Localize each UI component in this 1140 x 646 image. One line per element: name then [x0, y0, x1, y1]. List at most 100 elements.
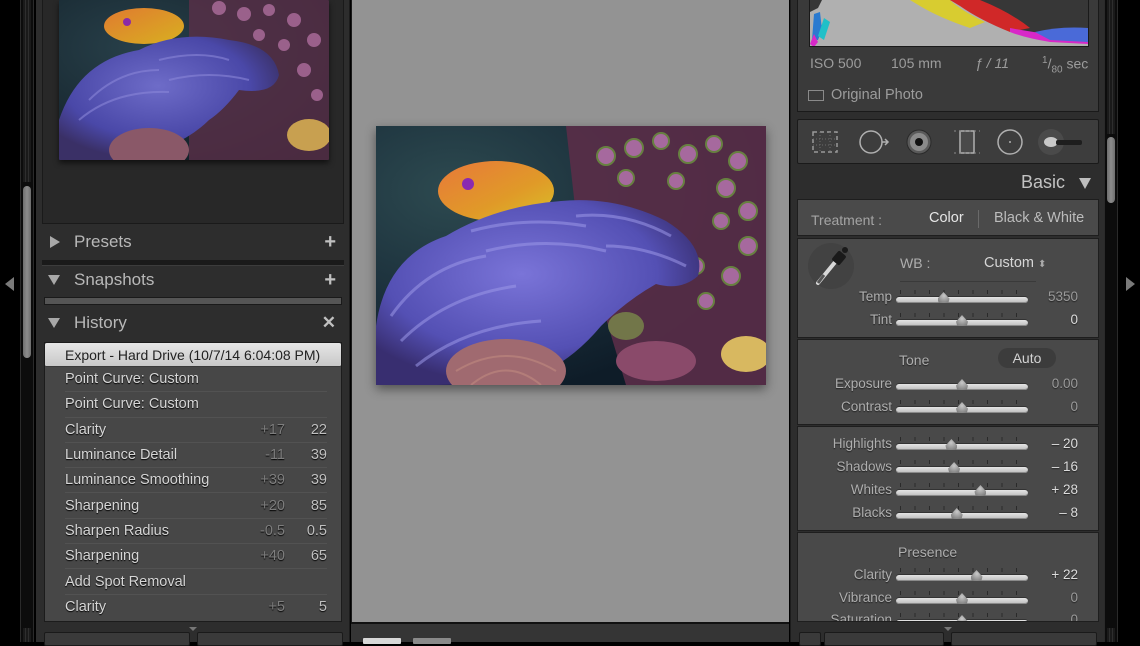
- right-panel-toggle-icon[interactable]: [1126, 277, 1135, 291]
- history-item[interactable]: Export - Hard Drive (10/7/14 6:04:08 PM): [45, 343, 341, 367]
- presence-label: Presence: [898, 544, 958, 560]
- add-preset-icon[interactable]: +: [324, 232, 336, 252]
- treatment-row: Treatment : Color Black & White: [797, 199, 1099, 236]
- history-item-value: 0.5: [306, 522, 327, 539]
- divider: [900, 281, 1036, 282]
- auto-tone-button[interactable]: Auto: [998, 348, 1056, 368]
- shadows-label: Shadows: [836, 459, 892, 474]
- history-item-label: Point Curve: Custom: [65, 396, 199, 413]
- history-item-value: 39: [310, 472, 327, 489]
- exposure-slider[interactable]: [896, 377, 1028, 391]
- exposure-label: Exposure: [834, 376, 892, 391]
- history-item[interactable]: Add Spot Removal: [65, 569, 327, 595]
- blacks-slider[interactable]: [896, 506, 1028, 520]
- right-scrollbar[interactable]: [1104, 0, 1118, 642]
- saturation-label: Saturation: [830, 612, 892, 622]
- clear-history-icon[interactable]: ✕: [322, 313, 336, 333]
- tone-section: Tone Auto Exposure 0.00 Contrast 0: [797, 339, 1099, 425]
- collapse-triangle-icon[interactable]: [1079, 178, 1091, 189]
- previous-button[interactable]: [824, 632, 944, 646]
- history-item-label: Sharpening: [65, 497, 140, 514]
- highlights-slider[interactable]: [896, 437, 1028, 451]
- contrast-slider[interactable]: [896, 400, 1028, 414]
- before-after-button[interactable]: [413, 638, 451, 644]
- history-item[interactable]: Point Curve: Custom: [65, 367, 327, 393]
- spot-removal-icon[interactable]: [857, 129, 893, 155]
- treatment-color-option[interactable]: Color: [929, 210, 964, 226]
- history-item[interactable]: Clarity +5 5: [65, 595, 327, 620]
- history-item-label: Point Curve: Custom: [65, 371, 199, 388]
- shadows-value[interactable]: – 16: [1052, 459, 1078, 474]
- wb-eyedropper-icon[interactable]: [808, 243, 854, 289]
- exposure-value[interactable]: 0.00: [1052, 376, 1078, 391]
- wb-preset-select[interactable]: Custom ⬍: [984, 255, 1046, 271]
- reset-button[interactable]: [951, 632, 1097, 646]
- tint-value[interactable]: 0: [1070, 312, 1078, 327]
- highlights-label: Highlights: [832, 436, 892, 451]
- loupe-view-button[interactable]: [363, 638, 401, 644]
- tint-slider[interactable]: [896, 313, 1028, 327]
- saturation-slider[interactable]: [896, 613, 1028, 621]
- add-snapshot-icon[interactable]: +: [324, 270, 336, 290]
- history-item-value: 85: [310, 497, 327, 514]
- divider: [978, 210, 979, 228]
- history-header[interactable]: History ✕: [42, 305, 344, 341]
- contrast-label: Contrast: [840, 399, 892, 414]
- shutter-denominator: 80: [1051, 64, 1063, 76]
- paste-button[interactable]: [197, 632, 343, 646]
- snapshots-header[interactable]: Snapshots +: [42, 262, 344, 298]
- radial-filter-icon[interactable]: [995, 129, 1023, 155]
- stepper-icon: ⬍: [1038, 259, 1047, 270]
- shadows-slider[interactable]: [896, 460, 1028, 474]
- navigator-panel: [42, 0, 344, 224]
- vibrance-slider[interactable]: [896, 591, 1028, 605]
- histogram-chart[interactable]: [809, 0, 1089, 47]
- temp-slider[interactable]: [896, 290, 1028, 304]
- main-photo[interactable]: [376, 126, 766, 385]
- history-item[interactable]: Sharpening +40 65: [65, 544, 327, 570]
- history-item-value: 39: [310, 447, 327, 464]
- clarity-label: Clarity: [853, 567, 892, 582]
- history-item[interactable]: Luminance Detail -11 39: [65, 443, 327, 469]
- highlights-value[interactable]: – 20: [1052, 436, 1078, 451]
- presets-header[interactable]: Presets +: [42, 224, 344, 260]
- history-item[interactable]: Luminance Smoothing +39 39: [65, 468, 327, 494]
- left-panel-toggle-icon[interactable]: [5, 277, 14, 291]
- right-scroll-thumb[interactable]: [1107, 137, 1115, 203]
- navigator-thumbnail[interactable]: [59, 0, 329, 160]
- checkbox-icon[interactable]: [808, 89, 824, 101]
- clarity-slider[interactable]: [896, 568, 1028, 582]
- bottom-toolbar: [351, 622, 789, 644]
- contrast-value[interactable]: 0: [1070, 399, 1078, 414]
- treatment-label: Treatment :: [811, 212, 883, 228]
- left-scrollbar[interactable]: [20, 0, 34, 642]
- basic-panel-header[interactable]: Basic: [797, 168, 1099, 198]
- copy-button[interactable]: [44, 632, 190, 646]
- history-item-label: Add Spot Removal: [65, 573, 186, 590]
- blacks-value[interactable]: – 8: [1059, 505, 1078, 520]
- vibrance-value[interactable]: 0: [1070, 590, 1078, 605]
- history-item-label: Luminance Smoothing: [65, 472, 210, 489]
- clarity-value[interactable]: + 22: [1051, 567, 1078, 582]
- treatment-bw-option[interactable]: Black & White: [994, 210, 1084, 226]
- graduated-filter-icon[interactable]: [952, 129, 980, 155]
- original-photo-toggle[interactable]: Original Photo: [808, 87, 923, 103]
- history-item-delta: +39: [260, 472, 285, 489]
- history-item[interactable]: Sharpen Radius -0.5 0.5: [65, 519, 327, 545]
- whites-value[interactable]: + 28: [1051, 482, 1078, 497]
- scroll-grooves: [23, 0, 31, 182]
- saturation-value[interactable]: 0: [1070, 612, 1078, 621]
- panel-switch-button[interactable]: [799, 632, 821, 646]
- red-eye-correction-icon[interactable]: [904, 129, 932, 155]
- history-list: Export - Hard Drive (10/7/14 6:04:08 PM)…: [44, 342, 342, 622]
- crop-overlay-icon[interactable]: [810, 129, 838, 155]
- vibrance-label: Vibrance: [838, 590, 892, 605]
- history-item[interactable]: Clarity +17 22: [65, 418, 327, 443]
- slider-knob[interactable]: [956, 379, 968, 390]
- temp-value[interactable]: 5350: [1048, 289, 1078, 304]
- left-scroll-thumb[interactable]: [23, 186, 31, 358]
- whites-slider[interactable]: [896, 483, 1028, 497]
- history-item[interactable]: Sharpening +20 85: [65, 493, 327, 519]
- history-item[interactable]: Point Curve: Custom: [65, 392, 327, 418]
- adjustment-brush-icon[interactable]: [1038, 129, 1088, 155]
